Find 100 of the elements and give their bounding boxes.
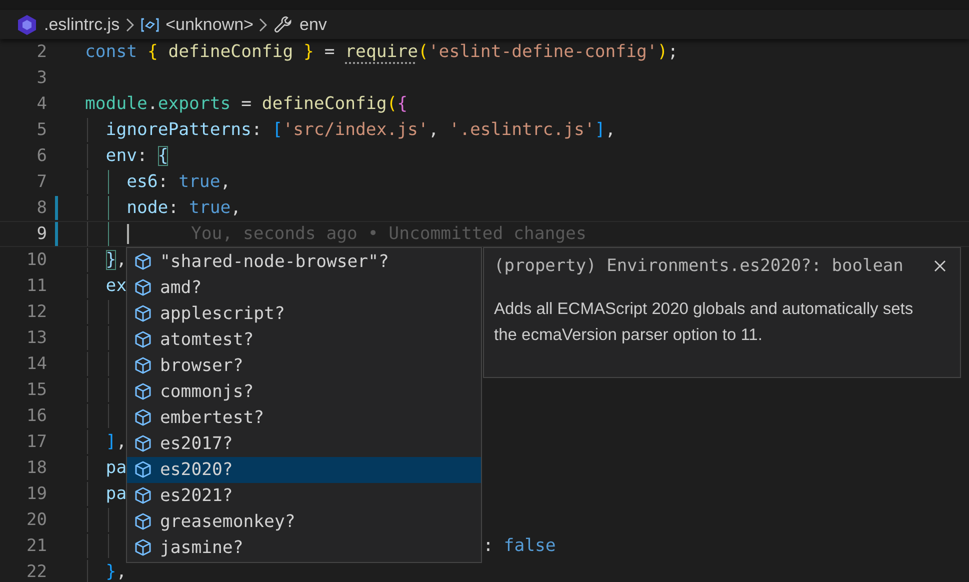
code-token: require	[345, 42, 418, 62]
code-token: false	[504, 536, 556, 556]
line-number: 17	[26, 432, 47, 452]
line-number: 6	[36, 146, 47, 166]
suggestion-item[interactable]: commonjs?	[127, 379, 481, 405]
suggestion-item[interactable]: embertest?	[127, 405, 481, 431]
line-number: 19	[26, 484, 47, 504]
suggestion-item[interactable]: jasmine?	[127, 535, 481, 561]
suggestion-item[interactable]: atomtest?	[127, 327, 481, 353]
cube-icon	[133, 304, 153, 324]
chevron-right-icon	[126, 18, 134, 32]
line-number: 13	[26, 328, 47, 348]
code-token: node	[126, 198, 168, 218]
code-token: :	[251, 120, 263, 140]
code-token: ,	[230, 198, 242, 218]
description-text: Adds all ECMAScript 2020 globals and automatically sets the ecmaVersion parser option to 11.	[494, 299, 914, 346]
code-token: {	[147, 42, 158, 62]
code-token: =	[240, 94, 252, 114]
line-number: 11	[26, 276, 47, 296]
code-token: =	[323, 42, 336, 62]
code-token: }	[106, 562, 116, 582]
code-token: 'eslint-define-config'	[428, 42, 658, 62]
line-number: 22	[26, 562, 47, 582]
blame-annotation: You, seconds ago • Uncommitted changes	[190, 224, 586, 244]
code-token: [	[272, 120, 283, 140]
code-token: ]	[106, 432, 116, 452]
code-token: true	[189, 198, 231, 218]
code-token: ,	[116, 250, 127, 270]
wrench-icon	[273, 14, 294, 34]
suggestion-item[interactable]: es2021?	[127, 483, 481, 509]
code-token: es6	[126, 172, 158, 192]
breadcrumb-item[interactable]: .eslintrc.js	[44, 14, 120, 34]
line-number: 16	[26, 406, 47, 426]
type-signature: (property) Environments.es2020?: boolean	[494, 256, 904, 276]
code-token: ,	[116, 432, 127, 452]
breadcrumb-item[interactable]: env	[299, 14, 327, 34]
cube-icon	[133, 538, 153, 558]
chevron-right-icon	[259, 18, 268, 32]
code-token: defineConfig	[167, 42, 294, 62]
code-token: :	[482, 536, 494, 556]
code-token: '.eslintrc.js'	[449, 120, 595, 140]
suggestion-item[interactable]: applescript?	[127, 301, 481, 327]
code-token: :	[137, 146, 148, 166]
line-number: 3	[36, 68, 47, 88]
code-token: (	[386, 94, 398, 114]
line-number: 7	[36, 172, 47, 192]
line-number: 4	[36, 94, 47, 114]
code-token: ;	[668, 42, 678, 62]
line-number: 5	[36, 120, 47, 140]
suggestion-item[interactable]: amd?	[127, 275, 481, 301]
code-token: }	[304, 42, 314, 62]
line-number: 9	[36, 224, 47, 244]
cube-icon	[133, 382, 153, 402]
cube-icon	[133, 278, 153, 298]
code-token: pa	[106, 484, 127, 504]
code-token: exports	[158, 94, 231, 114]
variable-icon	[140, 16, 160, 32]
cube-icon	[133, 460, 153, 480]
code-token: ,	[428, 120, 440, 140]
code-token: ex	[106, 276, 127, 296]
cube-icon	[133, 408, 153, 428]
line-number: 15	[26, 380, 47, 400]
git-change-bar	[55, 196, 58, 220]
code-token: ,	[220, 172, 231, 192]
code-token: (	[418, 42, 428, 62]
hexagon-icon	[16, 14, 38, 36]
code-token: 'src/index.js'	[282, 120, 428, 140]
cube-icon	[133, 252, 153, 272]
code-token: :	[168, 198, 180, 218]
cube-icon	[133, 356, 153, 376]
suggestion-item[interactable]: browser?	[127, 353, 481, 379]
suggestion-item[interactable]: es2020?	[127, 457, 481, 483]
suggestion-item[interactable]: "shared-node-browser"?	[127, 249, 481, 275]
line-number: 8	[36, 198, 47, 218]
code-token: {	[397, 94, 408, 114]
line-number: 2	[36, 42, 47, 62]
code-token: {	[158, 146, 168, 166]
code-token: defineConfig	[262, 94, 387, 114]
code-token: module	[85, 94, 148, 114]
cube-icon	[133, 512, 153, 532]
line-number: 10	[26, 250, 47, 270]
code-token: :	[158, 172, 170, 192]
code-token: const	[85, 42, 138, 62]
code-token: true	[178, 172, 220, 192]
line-number: 20	[26, 510, 47, 530]
cube-icon	[133, 330, 153, 350]
line-number: 12	[26, 302, 47, 322]
code-token: env	[106, 146, 138, 166]
breadcrumb-item[interactable]: <unknown>	[166, 14, 254, 34]
code-token: pa	[106, 458, 127, 478]
line-number: 18	[26, 458, 47, 478]
code-token: ]	[594, 120, 606, 140]
git-change-bar	[55, 222, 58, 246]
line-number: 14	[26, 354, 47, 374]
code-token: )	[657, 42, 668, 62]
suggestion-item[interactable]: greasemonkey?	[127, 509, 481, 535]
text-cursor	[126, 224, 129, 244]
close-icon	[933, 259, 947, 273]
suggestion-item[interactable]: es2017?	[127, 431, 481, 457]
code-token: }	[106, 250, 116, 270]
